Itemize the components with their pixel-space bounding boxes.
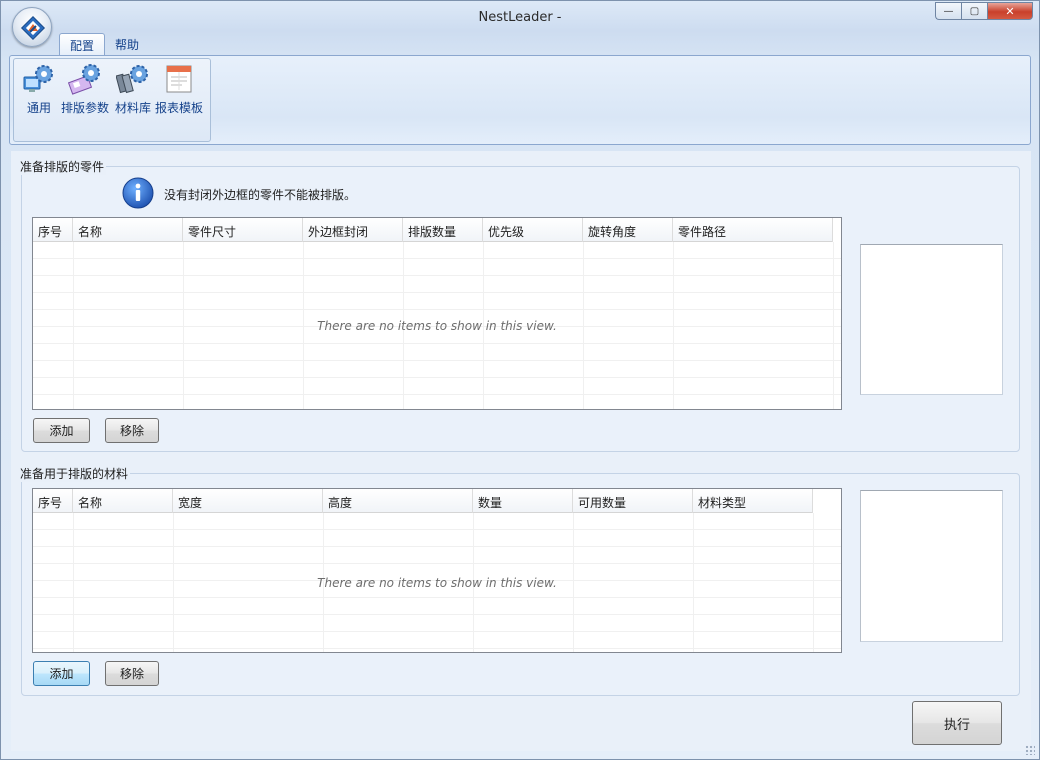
column-header[interactable]: 序号	[33, 218, 73, 242]
parts-list-header: 序号 名称 零件尺寸 外边框封闭 排版数量 优先级 旋转角度 零件路径	[33, 218, 833, 242]
ribbon-tabs: 配置 帮助	[59, 33, 149, 55]
column-header[interactable]: 零件路径	[673, 218, 833, 242]
column-header[interactable]: 宽度	[173, 489, 323, 513]
ribbon-panel: 通用 排版参数 材料库 报表模板	[9, 55, 1031, 145]
info-message: 没有封闭外边框的零件不能被排版。	[164, 188, 357, 202]
gear-monitor-icon	[23, 65, 53, 92]
minimize-button[interactable]: —	[935, 2, 961, 20]
app-window: NestLeader - — ▢ ✕ 配置 帮助 通用 排版参数 材料库 报表模…	[0, 0, 1040, 760]
materials-list[interactable]: 序号 名称 宽度 高度 数量 可用数量 材料类型 There are no it…	[32, 488, 842, 653]
info-icon	[122, 177, 154, 209]
column-header[interactable]: 序号	[33, 489, 73, 513]
add-part-button[interactable]: 添加	[33, 418, 90, 443]
materials-groupbox: 准备用于排版的材料 序号 名称 宽度 高度 数量 可用数量 材料类型 There…	[18, 465, 1020, 696]
tab-config[interactable]: 配置	[59, 33, 106, 55]
column-header[interactable]: 排版数量	[403, 218, 483, 242]
execute-button[interactable]: 执行	[912, 701, 1002, 745]
column-header[interactable]: 高度	[323, 489, 473, 513]
materials-preview	[860, 490, 1003, 642]
parts-groupbox: 准备排版的零件 没有封闭外边框的零件不能被排版。 序号 名称 零件尺寸 外边框封…	[18, 158, 1020, 452]
resize-grip[interactable]	[1025, 745, 1035, 755]
ribbon-button-material-library[interactable]: 材料库	[115, 63, 151, 116]
column-header[interactable]: 优先级	[483, 218, 583, 242]
window-title: NestLeader -	[478, 10, 562, 25]
column-header[interactable]: 名称	[73, 489, 173, 513]
ribbon-button-report-template[interactable]: 报表模板	[155, 63, 203, 116]
ribbon-button-nesting-params[interactable]: 排版参数	[61, 63, 109, 116]
ribbon-button-general[interactable]: 通用	[22, 63, 56, 116]
column-header[interactable]: 可用数量	[573, 489, 693, 513]
column-header[interactable]: 材料类型	[693, 489, 813, 513]
column-header[interactable]: 数量	[473, 489, 573, 513]
parts-group-title: 准备排版的零件	[18, 158, 107, 175]
parts-list[interactable]: 序号 名称 零件尺寸 外边框封闭 排版数量 优先级 旋转角度 零件路径 Ther…	[32, 217, 842, 410]
gear-layout-icon	[68, 64, 100, 95]
ribbon-button-label: 材料库	[115, 101, 152, 115]
parts-preview	[860, 244, 1003, 395]
main-panel: 准备排版的零件 没有封闭外边框的零件不能被排版。 序号 名称 零件尺寸 外边框封…	[11, 151, 1031, 751]
materials-empty-message: There are no items to show in this view.	[317, 576, 557, 590]
ribbon-button-label: 排版参数	[61, 101, 110, 115]
ribbon-button-label: 通用	[26, 101, 51, 115]
column-header[interactable]: 名称	[73, 218, 183, 242]
title-bar[interactable]: NestLeader - — ▢ ✕	[1, 1, 1039, 47]
ribbon-group-config: 通用 排版参数 材料库 报表模板	[13, 58, 211, 142]
column-header[interactable]: 零件尺寸	[183, 218, 303, 242]
close-button[interactable]: ✕	[987, 2, 1033, 20]
add-material-button[interactable]: 添加	[33, 661, 90, 686]
remove-part-button[interactable]: 移除	[105, 418, 159, 443]
column-header[interactable]: 外边框封闭	[303, 218, 403, 242]
materials-list-header: 序号 名称 宽度 高度 数量 可用数量 材料类型	[33, 489, 813, 513]
maximize-button[interactable]: ▢	[961, 2, 987, 20]
window-controls: — ▢ ✕	[935, 2, 1033, 20]
parts-empty-message: There are no items to show in this view.	[317, 319, 557, 333]
remove-material-button[interactable]: 移除	[105, 661, 159, 686]
column-header[interactable]: 旋转角度	[583, 218, 673, 242]
report-template-icon	[166, 65, 192, 93]
ribbon-button-label: 报表模板	[155, 101, 204, 115]
materials-group-title: 准备用于排版的材料	[18, 465, 131, 482]
tab-help[interactable]: 帮助	[105, 33, 149, 55]
gear-books-icon	[116, 65, 148, 94]
